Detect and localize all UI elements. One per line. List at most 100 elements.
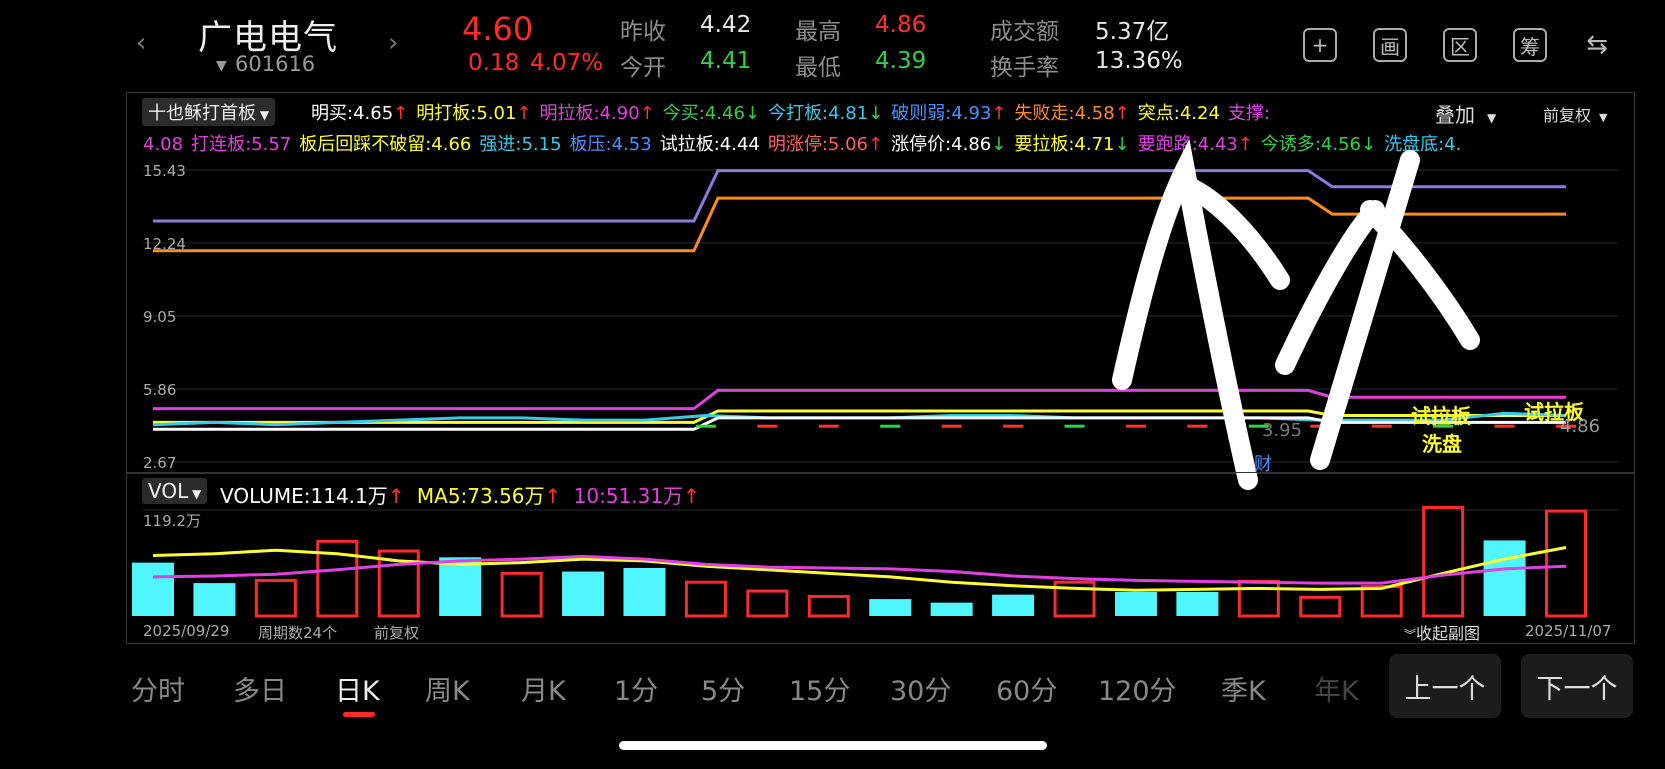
period-count: 周期数24个: [258, 624, 338, 642]
tab-period[interactable]: 120分: [1098, 669, 1177, 708]
draw-icon[interactable]: 画: [1373, 28, 1407, 62]
chevron-down-icon: ▼: [1599, 111, 1608, 124]
quote-value: 4.39: [875, 48, 927, 74]
indicator-arrow: ↓: [1361, 134, 1377, 155]
tab-period[interactable]: 月K: [521, 669, 566, 708]
indicator-arrow: ↓: [744, 103, 760, 124]
zone-icon[interactable]: 区: [1443, 28, 1477, 62]
prev-stock-button[interactable]: 上一个: [1389, 654, 1501, 718]
y-tick-label: 12.24: [143, 235, 186, 253]
quote-value: 4.86: [875, 12, 927, 38]
tab-period[interactable]: 1分: [614, 669, 658, 708]
overlay-select[interactable]: 叠加 ▼: [1435, 99, 1496, 128]
tab-period[interactable]: 15分: [789, 669, 850, 708]
indicator-item: 要跑路:4.43↑: [1138, 134, 1253, 155]
indicator-arrow: ↑: [393, 103, 409, 124]
indicator-text: 明拉板:4.90: [539, 103, 640, 124]
indicator-item: 要拉板:4.71↓: [1014, 134, 1129, 155]
tab-period[interactable]: 30分: [890, 669, 951, 708]
adjust-select[interactable]: 前复权 ▼: [1543, 102, 1607, 126]
indicator-arrow: ↓: [1114, 134, 1130, 155]
tab-period[interactable]: 周K: [425, 669, 470, 708]
indicator-text: 明买:4.65: [311, 103, 394, 124]
tab-period[interactable]: 60分: [996, 669, 1057, 708]
indicator-text: 要跑路:4.43: [1137, 134, 1238, 155]
indicator-text: 涨停价:4.86: [891, 134, 992, 155]
indicator-text: 洗盘底:4.: [1384, 134, 1462, 155]
indicator-item: 明涨停:5.06↑: [768, 134, 883, 155]
chart-marker-label: 3.95: [1262, 420, 1303, 441]
indicator-text: 今打板:4.81: [768, 103, 869, 124]
volume-values: VOLUME:114.1万↑ MA5:73.56万↑ 10:51.31万↑: [220, 480, 700, 509]
tab-period[interactable]: 5分: [701, 669, 745, 708]
volume-indicator-select[interactable]: VOL ▼: [142, 478, 208, 504]
stock-code: 601616: [235, 52, 316, 76]
indicator-item: 涨停价:4.86↓: [891, 134, 1006, 155]
switch-device-icon[interactable]: ⇆: [1580, 28, 1614, 62]
tab-period[interactable]: 日K: [335, 669, 380, 708]
quote-value: 4.41: [700, 48, 752, 74]
indicator-item: 今打板:4.81↓: [768, 103, 883, 124]
next-stock-arrow[interactable]: ›: [388, 28, 398, 58]
quote-value: 13.36%: [1095, 48, 1183, 74]
indicator-text: 试拉板:4.44: [659, 134, 760, 155]
prev-stock-label: 上一个: [1404, 673, 1486, 705]
quote-value: 4.42: [700, 12, 752, 38]
next-stock-button[interactable]: 下一个: [1521, 654, 1633, 718]
ma10-arrow: ↑: [683, 484, 700, 508]
prev-stock-arrow[interactable]: ‹: [136, 28, 146, 58]
indicator-text: 明涨停:5.06: [767, 134, 869, 155]
tab-period[interactable]: 年K: [1314, 669, 1359, 708]
quote-label: 最低: [795, 55, 841, 81]
y-tick-label: 5.86: [143, 381, 177, 399]
indicator-arrow: ↓: [868, 103, 884, 124]
volume-max-label: 119.2万: [143, 512, 201, 530]
indicator-text: 支撑:: [1227, 103, 1270, 124]
indicator-arrow: ↑: [1114, 103, 1130, 124]
active-tab-indicator: [343, 712, 375, 717]
y-tick-label: 15.43: [143, 162, 186, 180]
tab-period[interactable]: 季K: [1221, 669, 1266, 708]
indicator-text: 要拉板:4.71: [1014, 134, 1115, 155]
indicator-item: 今诱多:4.56↓: [1261, 134, 1376, 155]
volume-indicator-label: VOL: [148, 479, 189, 503]
indicator-item: 板后回踩不破留:4.66: [299, 134, 471, 155]
indicator-arrow: ↑: [639, 103, 655, 124]
indicator-item: 明拉板:4.90↑: [540, 103, 655, 124]
quote-label: 最高: [795, 19, 841, 45]
code-dropdown-icon[interactable]: ▼: [216, 58, 227, 74]
indicator-select-label: 十也稣打首板: [148, 103, 256, 124]
indicator-text: 明打板:5.01: [416, 103, 517, 124]
collapse-label: 收起副图: [1416, 624, 1481, 643]
indicator-text: 板压:4.53: [569, 134, 652, 155]
ma10-label: 10:51.31万: [573, 484, 684, 508]
tab-period[interactable]: 多日: [233, 669, 287, 708]
double-chevron-down-icon: ︾: [1404, 628, 1417, 642]
indicator-text: 4.08: [143, 134, 184, 155]
indicator-item: 明买:4.65↑: [311, 103, 408, 124]
current-price: 4.60: [462, 10, 534, 48]
plus-icon[interactable]: +: [1303, 28, 1337, 62]
indicator-text: 打连板:5.57: [191, 134, 292, 155]
tab-period[interactable]: 分时: [131, 669, 185, 708]
chip-icon[interactable]: 筹: [1513, 28, 1547, 62]
date-end: 2025/11/07: [1525, 622, 1612, 640]
indicator-text: 突点:4.24: [1137, 103, 1220, 124]
indicator-text: 今买:4.46: [662, 103, 745, 124]
volume-arrow: ↑: [387, 484, 405, 508]
indicator-text: 强进:5.15: [479, 134, 562, 155]
indicator-item: 试拉板:4.44: [660, 134, 760, 155]
quote-value: 5.37亿: [1095, 19, 1170, 45]
quote-label: 换手率: [990, 55, 1059, 81]
quote-label: 成交额: [990, 19, 1059, 45]
indicator-item: 今买:4.46↓: [663, 103, 760, 124]
volume-adjust: 前复权: [374, 624, 420, 642]
chevron-down-icon: ▼: [188, 487, 202, 501]
collapse-subchart-button[interactable]: ︾收起副图: [1404, 620, 1480, 644]
chart-marker-label: 4.86: [1560, 416, 1601, 437]
indicator-item: 打连板:5.57: [191, 134, 291, 155]
indicator-item: 4.08: [143, 134, 183, 155]
indicator-select[interactable]: 十也稣打首板 ▼: [142, 98, 276, 126]
indicator-item: 失败走:4.58↑: [1015, 103, 1130, 124]
indicator-item: 板压:4.53: [570, 134, 652, 155]
